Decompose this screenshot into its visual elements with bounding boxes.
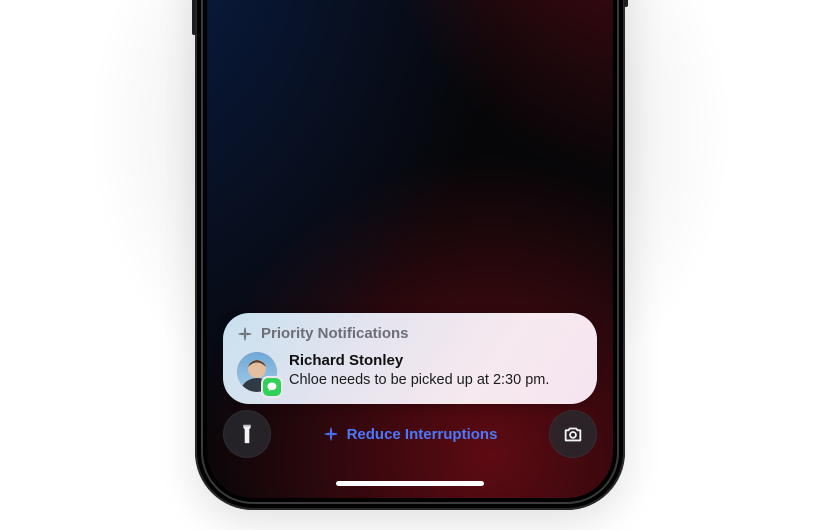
phone-bezel: Priority Notifications	[201, 0, 619, 504]
lock-screen: Priority Notifications	[207, 0, 613, 498]
camera-icon	[562, 423, 584, 445]
notification-message: Chloe needs to be picked up at 2:30 pm.	[289, 371, 583, 389]
volume-down-button	[192, 0, 196, 35]
notification-text: Richard Stonley Chloe needs to be picked…	[289, 352, 583, 389]
camera-button[interactable]	[549, 410, 597, 458]
priority-notifications-card[interactable]: Priority Notifications	[223, 313, 597, 404]
focus-mode-pill[interactable]: Reduce Interruptions	[323, 426, 498, 443]
sender-avatar	[237, 352, 277, 392]
messages-app-badge-icon	[263, 378, 281, 396]
notification-item[interactable]: Richard Stonley Chloe needs to be picked…	[237, 352, 583, 392]
notification-sender: Richard Stonley	[289, 352, 583, 371]
card-header-label: Priority Notifications	[261, 325, 409, 342]
priority-icon	[237, 326, 253, 342]
focus-mode-label: Reduce Interruptions	[347, 426, 498, 443]
side-power-button	[624, 0, 628, 7]
flashlight-icon	[236, 423, 258, 445]
focus-icon	[323, 426, 339, 442]
home-indicator[interactable]	[336, 481, 484, 486]
phone-frame: Priority Notifications	[195, 0, 625, 510]
lock-screen-dock: Reduce Interruptions	[223, 410, 597, 458]
flashlight-button[interactable]	[223, 410, 271, 458]
card-header: Priority Notifications	[237, 325, 583, 342]
